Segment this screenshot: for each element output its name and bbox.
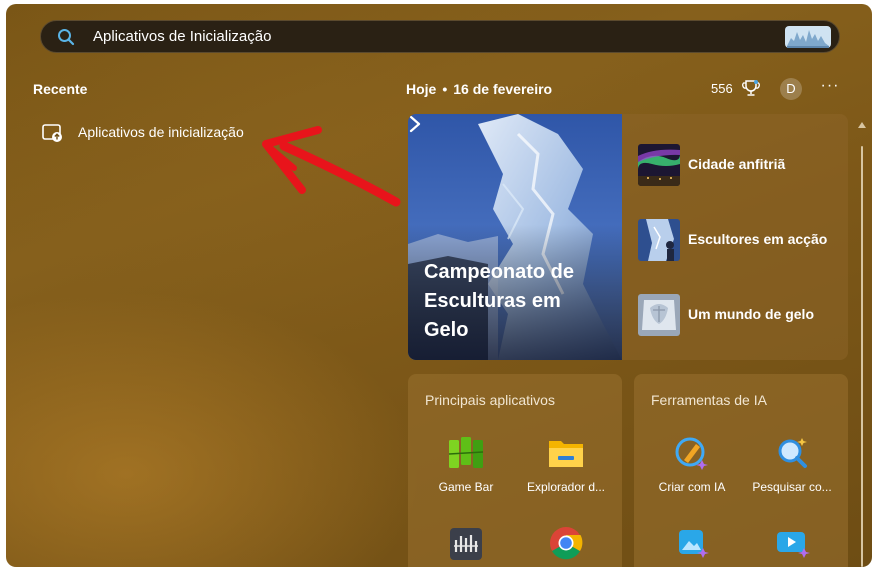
app-tile[interactable] (418, 514, 514, 567)
scrollbar[interactable] (858, 122, 866, 567)
story-item[interactable]: Escultores em acção (638, 219, 848, 263)
annotation-arrow-icon (262, 126, 401, 207)
video-ai-icon (777, 532, 810, 558)
scroll-up-arrow-icon[interactable] (858, 122, 866, 128)
more-options-button[interactable]: ··· (818, 76, 842, 98)
file-explorer-icon (549, 441, 583, 467)
date-label: 16 de fevereiro (453, 81, 553, 97)
ai-tools-card: Ferramentas de IA Criar com IA Pesquisar… (634, 374, 848, 567)
app-file-explorer[interactable]: Explorador d... (518, 424, 614, 504)
search-highlight-icon (785, 26, 831, 48)
app-label: Criar com IA (658, 480, 726, 494)
game-bar-icon (448, 437, 484, 468)
ai-tools-title: Ferramentas de IA (651, 392, 767, 408)
startup-apps-icon (42, 124, 62, 142)
top-apps-title: Principais aplicativos (425, 392, 555, 408)
search-input[interactable] (93, 21, 773, 52)
app-chrome[interactable] (518, 514, 614, 567)
app-label: Pesquisar co... (752, 480, 832, 494)
chrome-icon (550, 527, 583, 560)
recent-heading: Recente (33, 81, 88, 97)
hero-story-title: Campeonato de Esculturas em Gelo (424, 261, 575, 341)
app-search-with-ai[interactable]: Pesquisar co... (744, 424, 840, 504)
sculptors-thumbnail (638, 219, 680, 261)
aurora-thumbnail (638, 144, 680, 186)
story-item[interactable]: Cidade anfitriã (638, 144, 848, 188)
search-bar[interactable] (40, 20, 840, 53)
app-label: Explorador d... (526, 480, 606, 494)
rewards-points[interactable]: 556 (711, 81, 733, 96)
top-apps-card: Principais aplicativos Game Bar Explorad… (408, 374, 622, 567)
story-label: Um mundo de gelo (688, 306, 814, 322)
image-ai-icon (679, 530, 709, 558)
search-with-ai-icon (778, 438, 807, 468)
hero-story[interactable]: Campeonato de Esculturas em Gelo (408, 114, 622, 360)
app-tile[interactable] (644, 514, 740, 567)
story-label: Escultores em acção (688, 231, 828, 247)
news-card: Campeonato de Esculturas em Gelo Cidade … (408, 114, 848, 360)
app-tile[interactable] (744, 514, 840, 567)
media-app-icon (450, 528, 482, 560)
chevron-right-icon[interactable] (408, 114, 422, 134)
trophy-icon[interactable] (742, 79, 760, 97)
create-with-ai-icon (675, 437, 708, 470)
scroll-thumb[interactable] (861, 146, 863, 567)
story-label: Cidade anfitriã (688, 156, 786, 172)
ice-world-thumbnail (638, 294, 680, 336)
today-label: Hoje (406, 81, 437, 97)
today-header: Hoje • 16 de fevereiro (406, 81, 552, 97)
header-separator: • (442, 81, 448, 97)
app-label: Game Bar (438, 480, 494, 494)
start-search-panel: Recente Aplicativos de inicialização Hoj… (6, 4, 872, 567)
story-item[interactable]: Um mundo de gelo (638, 294, 848, 338)
app-game-bar[interactable]: Game Bar (418, 424, 514, 504)
search-icon (58, 29, 75, 46)
user-avatar[interactable]: D (780, 78, 802, 100)
recent-item-label: Aplicativos de inicialização (78, 124, 244, 140)
app-create-with-ai[interactable]: Criar com IA (644, 424, 740, 504)
